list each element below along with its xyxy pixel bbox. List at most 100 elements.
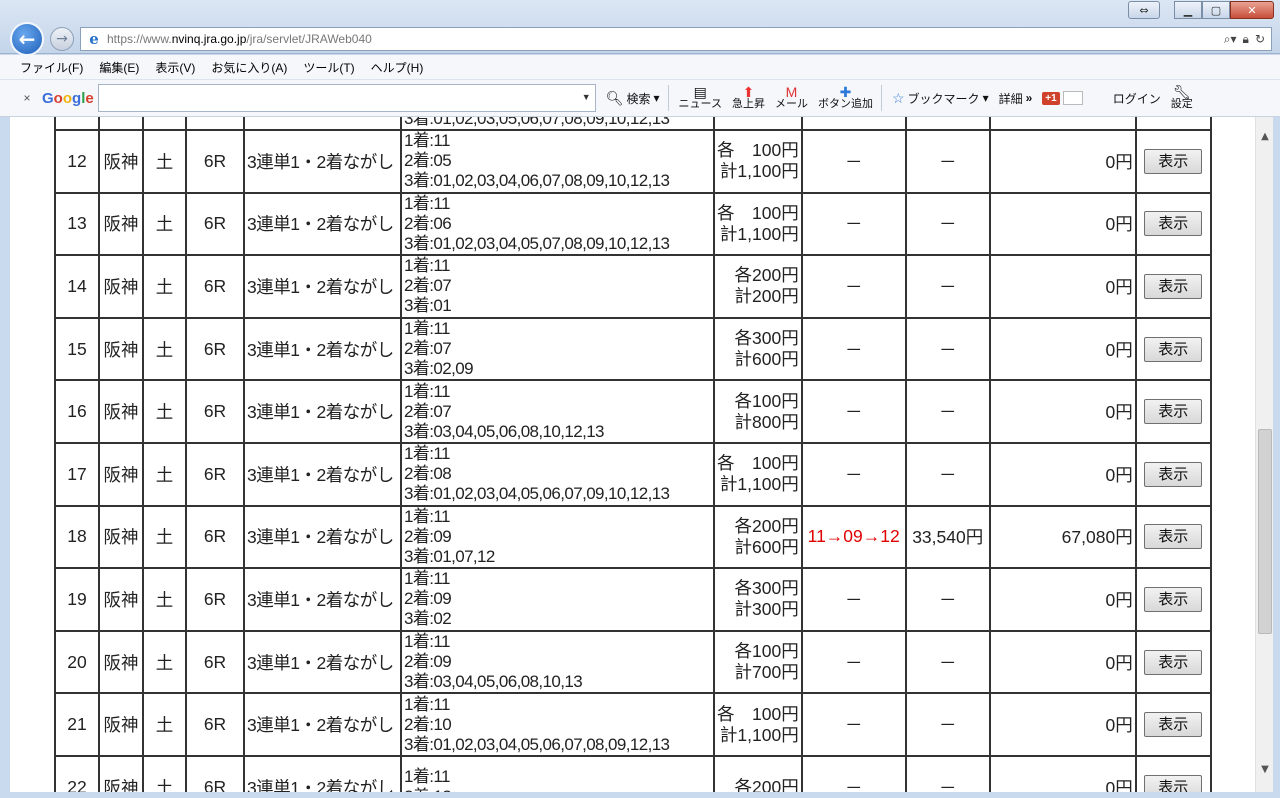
venue: 阪神 [98,754,144,792]
action-cell: 表示 [1134,191,1212,257]
race-result: － [800,754,907,792]
second-place: 2着:10 [404,714,452,734]
race-number: 6R [185,692,245,757]
row-number: 17 [54,441,100,507]
google-search-input[interactable]: ▼ [97,84,596,112]
gplus-button[interactable]: +1 [1042,91,1083,105]
show-button[interactable]: 表示 [1144,586,1203,612]
bet-type: 3連単1・2着ながし [243,754,402,792]
trending-button[interactable]: ⬆ 急上昇 [732,84,765,110]
bet-type: 3連単1・2着ながし [243,504,402,570]
venue: 阪神 [98,191,144,257]
show-button[interactable]: 表示 [1144,524,1203,550]
refresh-icon[interactable]: ↻ [1255,32,1265,47]
forward-button[interactable]: → [50,27,74,51]
horse-selection: 1着:11 2着:10 3着:01,02,03,04,05,06,07,08,09,… [400,692,715,757]
google-toolbar: × Google ▼ 🔍︎ 検索 ▾ ▤ ニュース ⬆ 急上昇 M メール ✚ ボタン追加… [0,80,1280,117]
bet-type: 3連単1・2着ながし [243,316,402,382]
search-icon[interactable]: ⌕▾ [1224,32,1237,47]
race-number: 6R [185,379,245,444]
amount-total: 計1,100円 [719,474,799,495]
settings-button[interactable]: 🔧︎ 設定 [1171,85,1193,110]
login-button[interactable]: ログイン [1113,90,1161,107]
show-button[interactable]: 表示 [1144,399,1203,425]
menu-help[interactable]: ヘルプ(H) [371,59,424,76]
menu-edit[interactable]: 編集(E) [99,59,139,76]
payout: 0円 [988,567,1137,632]
row-number: 16 [54,379,100,444]
address-bar[interactable]: e https://www.nvinq.jra.go.jp/jra/servle… [80,27,1272,51]
scroll-down-icon[interactable]: ▼ [1256,760,1274,778]
race-result: － [800,129,907,194]
menu-tools[interactable]: ツール(T) [303,59,354,76]
scroll-thumb[interactable] [1258,429,1272,634]
bookmarks-button[interactable]: ☆ ブックマーク ▾ [892,90,989,107]
amount-each: 各300円 [734,578,799,599]
show-button[interactable]: 表示 [1144,461,1203,487]
bet-type: 3連単1・2着ながし [243,692,402,757]
vertical-scrollbar[interactable]: ▲ ▼ [1255,117,1273,792]
dropdown-icon[interactable]: ▼ [582,92,591,102]
add-button-button[interactable]: ✚ ボタン追加 [818,85,873,110]
payout: 0円 [988,629,1137,695]
row-number: 18 [54,504,100,570]
mail-button[interactable]: M メール [775,85,808,110]
menu-file[interactable]: ファイル(F) [20,59,83,76]
show-button[interactable]: 表示 [1144,148,1203,174]
second-place: 2着:07 [404,339,452,359]
amount-each: 各 100円 [717,453,799,474]
show-button[interactable]: 表示 [1144,649,1203,675]
bet-amount: 各200円 [713,754,803,792]
bet-type: 3連単1・2着ながし [243,379,402,444]
news-button[interactable]: ▤ ニュース [679,85,722,110]
payout: 0円 [988,692,1137,757]
minimize-icon[interactable]: ▁ [1174,1,1202,19]
race-number: 6R [185,629,245,695]
horse-selection: 1着:112着:12 [400,754,715,792]
third-place: 3着:01,02,03,04,05,06,07,08,09,12,13 [404,734,670,754]
second-place: 2着:07 [404,401,452,421]
row-number: 19 [54,567,100,632]
search-button[interactable]: 🔍︎ 検索 ▾ [606,90,660,107]
day: 土 [142,504,187,570]
race-result: － [800,316,907,382]
restore-tabs-icon[interactable]: ⇔ [1128,1,1160,19]
window-frame-bottom [0,792,1280,798]
row-number: 20 [54,629,100,695]
payout: 0円 [988,316,1137,382]
table-row: 15 阪神土 6R 3連単1・2着ながし 1着:11 2着:07 3着:02,09 各300円… [54,316,1212,382]
horse-selection: 1着:11 2着:09 3着:03,04,05,06,08,10,13 [400,629,715,695]
amount-total: 計800円 [734,411,799,432]
second-place: 2着:07 [404,276,452,296]
table-row: 17 阪神土 6R 3連単1・2着ながし 1着:11 2着:08 3着:01,02,03,0… [54,441,1212,507]
bet-type: 3連単1・2着ながし [243,441,402,507]
back-button[interactable]: ← [10,22,44,56]
arrow-up-icon: ⬆ [742,84,755,100]
lock-icon[interactable]: 🔒︎ [1243,32,1249,47]
details-button[interactable]: 詳細 » [999,90,1033,107]
third-place: 3着:03,04,05,06,08,10,13 [404,672,583,692]
day: 土 [142,692,187,757]
show-button[interactable]: 表示 [1144,336,1203,362]
url-text[interactable]: https://www.nvinq.jra.go.jp/jra/servlet/… [107,32,372,46]
show-button[interactable]: 表示 [1144,211,1203,237]
close-window-icon[interactable]: ✕ [1230,1,1274,19]
maximize-icon[interactable]: ▢ [1202,1,1230,19]
amount-each: 各300円 [734,328,799,349]
amount-total: 計1,100円 [719,161,799,182]
venue: 阪神 [98,441,144,507]
odds: 33,540円 [904,504,991,570]
close-toolbar-icon[interactable]: × [18,91,36,105]
url-path: /jra/servlet/JRAWeb040 [246,32,372,46]
menu-favorites[interactable]: お気に入り(A) [211,59,287,76]
odds: － [904,754,991,792]
menu-view[interactable]: 表示(V) [155,59,195,76]
bet-amount: 各300円 計300円 [713,567,803,632]
second-place: 2着:09 [404,526,452,546]
venue: 阪神 [98,129,144,194]
show-button[interactable]: 表示 [1144,774,1203,792]
scroll-up-icon[interactable]: ▲ [1256,127,1274,145]
show-button[interactable]: 表示 [1144,712,1203,738]
show-button[interactable]: 表示 [1144,273,1203,299]
race-number: 6R [185,191,245,257]
